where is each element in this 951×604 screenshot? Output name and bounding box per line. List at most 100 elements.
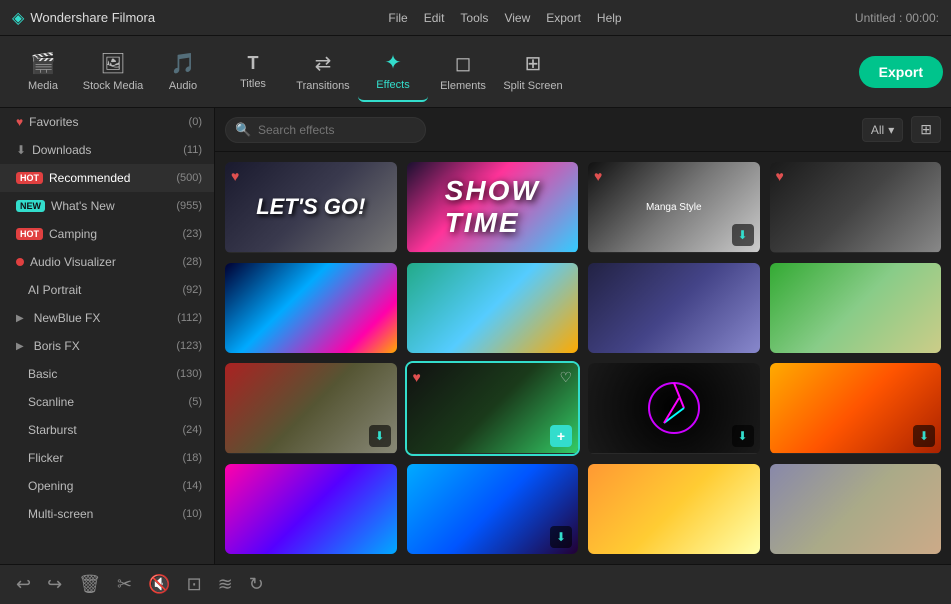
sidebar-item-audiovisualizer[interactable]: Audio Visualizer (28)	[0, 248, 214, 276]
effect-card-e1[interactable]: LET'S GO!♥3D Sport Car Pack Overl...	[225, 162, 397, 253]
sidebar-opening-label: Opening	[28, 479, 73, 493]
sidebar-item-borisfx[interactable]: ▶ Boris FX (123)	[0, 332, 214, 360]
toolbar-media[interactable]: 🎬 Media	[8, 42, 78, 102]
app-name: Wondershare Filmora	[30, 10, 155, 25]
toolbar-transitions[interactable]: ⇄ Transitions	[288, 42, 358, 102]
effect-name-e9: Edge Scale	[225, 453, 397, 454]
sidebar-flicker-count: (18)	[182, 452, 202, 464]
effect-name-e3: Manga Pack Vol 2 Overl...	[588, 252, 760, 253]
menu-tools[interactable]: Tools	[460, 11, 488, 25]
sidebar-starburst-label: Starburst	[28, 423, 77, 437]
card-add-button[interactable]: +	[550, 425, 572, 447]
app-logo-icon: ◈	[12, 8, 24, 28]
effect-card-e15[interactable]	[588, 464, 760, 554]
sidebar-item-opening[interactable]: Opening (14)	[0, 472, 214, 500]
undo-icon[interactable]: ↩	[16, 574, 31, 595]
rotate-icon[interactable]: ↻	[249, 574, 264, 595]
sidebar-newbluefx-count: (112)	[177, 312, 202, 324]
sidebar-item-scanline[interactable]: Scanline (5)	[0, 388, 214, 416]
main-area: ♥ Favorites (0) ⬇ Downloads (11) HOT Rec…	[0, 108, 951, 564]
card-heart-badge: ♥	[776, 168, 784, 184]
search-filter-dropdown[interactable]: All ▾	[862, 118, 903, 142]
camping-hot-badge: HOT	[16, 228, 43, 240]
sidebar-item-aiportrait[interactable]: AI Portrait (92)	[0, 276, 214, 304]
sidebar-item-whatsnew[interactable]: NEW What's New (955)	[0, 192, 214, 220]
effect-card-e14[interactable]: ⬇	[407, 464, 579, 554]
media-icon: 🎬	[31, 51, 56, 76]
toolbar-titles[interactable]: T Titles	[218, 42, 288, 102]
effect-name-e10: Glow	[407, 453, 579, 454]
sidebar-item-starburst[interactable]: Starburst (24)	[0, 416, 214, 444]
sidebar-favorites-label: Favorites	[29, 115, 78, 129]
sidebar-opening-count: (14)	[182, 480, 202, 492]
card-hover-heart-icon[interactable]: ♡	[559, 369, 572, 386]
menu-file[interactable]: File	[388, 11, 407, 25]
menu-export[interactable]: Export	[546, 11, 581, 25]
sidebar-item-basic[interactable]: Basic (130)	[0, 360, 214, 388]
effect-card-e2[interactable]: SHOWTIME3D Sport Car Pack Overl...	[407, 162, 579, 253]
search-input[interactable]	[225, 117, 426, 143]
card-download-button[interactable]: ⬇	[732, 425, 754, 447]
cut-icon[interactable]: ✂	[117, 574, 132, 595]
toolbar: 🎬 Media 🖼 Stock Media 🎵 Audio T Titles ⇄…	[0, 36, 951, 108]
sidebar-audiovisualizer-label: Audio Visualizer	[30, 255, 116, 269]
effect-card-e11[interactable]: ⬇Iridescent Circle 3	[588, 363, 760, 454]
effect-name-e2: 3D Sport Car Pack Overl...	[407, 252, 579, 253]
card-download-button[interactable]: ⬇	[732, 224, 754, 246]
menu-view[interactable]: View	[504, 11, 530, 25]
sidebar-camping-label: Camping	[49, 227, 97, 241]
effect-card-e13[interactable]	[225, 464, 397, 554]
effects-icon: ✦	[385, 50, 402, 75]
effect-thumb-e11: ⬇	[588, 363, 760, 453]
whatsnew-new-badge: NEW	[16, 200, 45, 212]
audio-off-icon[interactable]: 🔇	[148, 574, 170, 595]
effect-card-e10[interactable]: ♥♡+Glow	[407, 363, 579, 454]
effect-card-e6[interactable]: Chromatic Aberration	[407, 263, 579, 354]
adjust-icon[interactable]: ⊡	[187, 574, 202, 595]
sidebar-item-newbluefx[interactable]: ▶ NewBlue FX (112)	[0, 304, 214, 332]
effect-card-e7[interactable]: Mosaic	[588, 263, 760, 354]
grid-view-button[interactable]: ⊞	[911, 116, 941, 143]
effect-thumb-e14: ⬇	[407, 464, 579, 554]
effect-card-e8[interactable]: Blur	[770, 263, 942, 354]
toolbar-audio-label: Audio	[169, 80, 197, 92]
export-button[interactable]: Export	[859, 56, 943, 88]
sidebar-item-recommended[interactable]: HOT Recommended (500)	[0, 164, 214, 192]
sidebar-item-downloads[interactable]: ⬇ Downloads (11)	[0, 136, 214, 164]
card-download-button[interactable]: ⬇	[913, 425, 935, 447]
effect-card-e5[interactable]: RGB Stroke	[225, 263, 397, 354]
favorites-heart-icon: ♥	[16, 115, 23, 129]
effect-card-e3[interactable]: Manga Style♥⬇Manga Pack Vol 2 Overl...	[588, 162, 760, 253]
sidebar-starburst-count: (24)	[182, 424, 202, 436]
effect-card-e4[interactable]: ♥Japanese Speedline Pac...	[770, 162, 942, 253]
card-download-button[interactable]: ⬇	[369, 425, 391, 447]
sidebar-item-multiscreen[interactable]: Multi-screen (10)	[0, 500, 214, 528]
toolbar-split-screen[interactable]: ⊞ Split Screen	[498, 42, 568, 102]
card-download-button[interactable]: ⬇	[550, 526, 572, 548]
effect-card-e16[interactable]	[770, 464, 942, 554]
toolbar-stock-media[interactable]: 🖼 Stock Media	[78, 42, 148, 102]
sidebar-scanline-count: (5)	[189, 396, 202, 408]
menu-help[interactable]: Help	[597, 11, 622, 25]
borisfx-arrow-icon: ▶	[16, 341, 24, 352]
sidebar-item-flicker[interactable]: Flicker (18)	[0, 444, 214, 472]
toolbar-transitions-label: Transitions	[296, 80, 349, 92]
toolbar-effects[interactable]: ✦ Effects	[358, 42, 428, 102]
sidebar-item-favorites[interactable]: ♥ Favorites (0)	[0, 108, 214, 136]
waves-icon[interactable]: ≋	[218, 574, 233, 595]
toolbar-elements[interactable]: ◻ Elements	[428, 42, 498, 102]
delete-icon[interactable]: 🗑	[78, 574, 101, 595]
menu-edit[interactable]: Edit	[424, 11, 445, 25]
sidebar-multiscreen-count: (10)	[182, 508, 202, 520]
effect-card-e9[interactable]: ⬇ Edge Scale	[225, 363, 397, 454]
effect-thumb-e10: ♥♡+	[407, 363, 579, 453]
toolbar-audio[interactable]: 🎵 Audio	[148, 42, 218, 102]
sidebar-item-camping[interactable]: HOT Camping (23)	[0, 220, 214, 248]
toolbar-elements-label: Elements	[440, 80, 486, 92]
effect-thumb-e6	[407, 263, 579, 353]
effects-grid: LET'S GO!♥3D Sport Car Pack Overl...SHOW…	[215, 152, 951, 564]
effect-card-e12[interactable]: ⬇Extreme	[770, 363, 942, 454]
sidebar-borisfx-label: Boris FX	[34, 339, 80, 353]
sidebar-basic-label: Basic	[28, 367, 57, 381]
redo-icon[interactable]: ↪	[47, 574, 62, 595]
